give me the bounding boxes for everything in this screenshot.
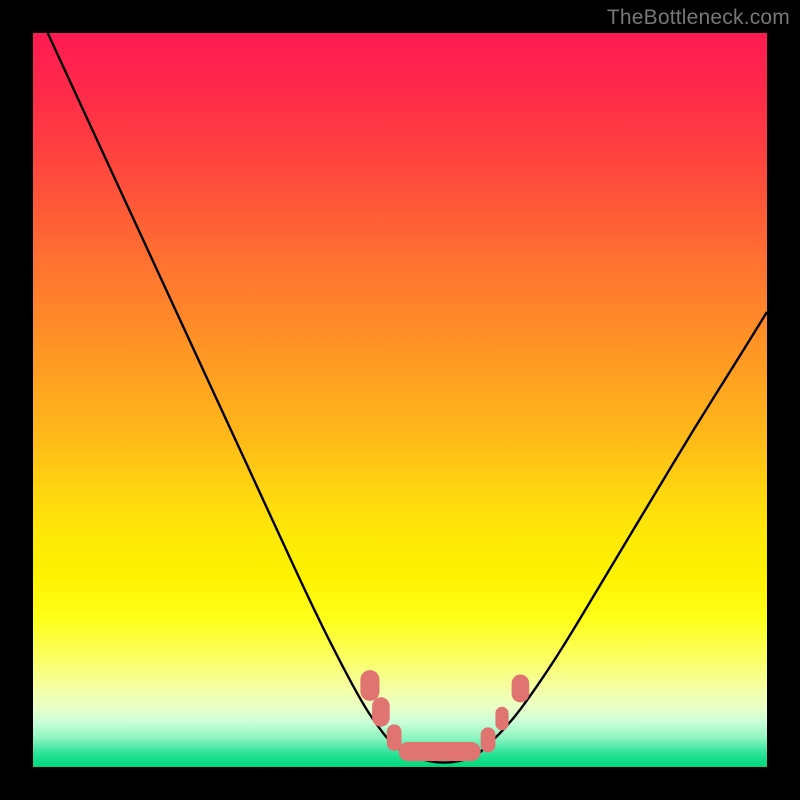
curve-marker — [387, 724, 402, 750]
curve-marker — [512, 675, 530, 703]
curve-marker — [495, 707, 508, 731]
plot-area — [33, 33, 767, 767]
curve-marker — [372, 697, 390, 726]
bottleneck-curve-layer — [33, 33, 767, 767]
curve-marker — [360, 670, 379, 701]
curve-path-group — [48, 33, 767, 763]
curve-markers — [360, 670, 529, 761]
watermark-label: TheBottleneck.com — [607, 6, 790, 30]
bottleneck-curve — [48, 33, 767, 763]
curve-marker — [481, 727, 496, 752]
chart-frame: TheBottleneck.com — [0, 0, 800, 800]
curve-marker — [399, 742, 481, 761]
